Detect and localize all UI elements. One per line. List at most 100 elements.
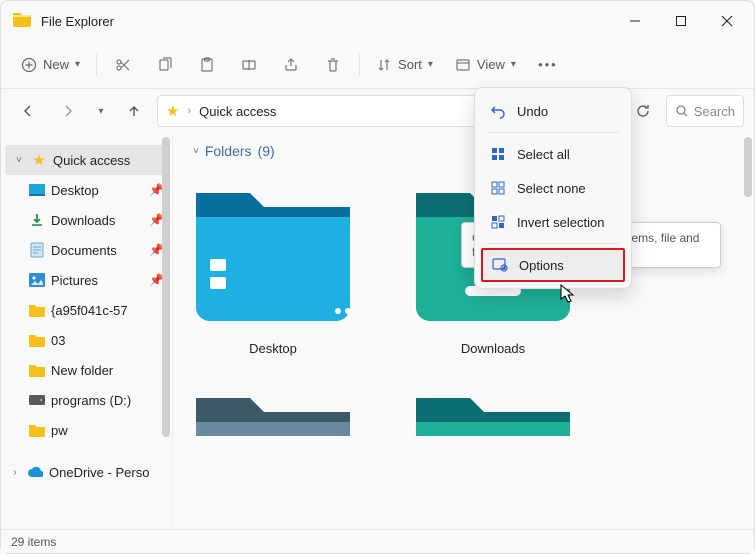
up-button[interactable] [117,96,151,126]
sort-icon [376,57,392,73]
more-button[interactable]: ••• [528,48,568,82]
sidebar-item-folder[interactable]: {a95f041c-57 [1,295,172,325]
paste-button[interactable] [187,48,227,82]
sidebar-label: Pictures [51,273,98,288]
menu-label: Undo [517,104,548,119]
download-icon [29,212,45,228]
scroll-thumb[interactable] [162,137,170,437]
search-icon [675,104,688,118]
content-scrollbar[interactable] [742,133,752,529]
plus-circle-icon [21,57,37,73]
menu-label: Options [519,258,564,273]
delete-button[interactable] [313,48,353,82]
folder-icon [29,422,45,438]
close-button[interactable] [704,3,750,39]
status-bar: 29 items [1,529,754,553]
chevron-down-icon: ˅ [193,146,199,157]
cursor-pointer-icon [560,284,578,304]
menu-label: Select all [517,147,570,162]
select-all-icon [489,147,507,161]
sidebar-item-drive[interactable]: programs (D:) [1,385,172,415]
chevron-down-icon: ▾ [98,106,103,117]
sidebar-item-desktop[interactable]: Desktop 📌 [1,175,172,205]
undo-icon [489,103,507,119]
share-icon [283,57,299,73]
sidebar-item-folder[interactable]: 03 [1,325,172,355]
copy-button[interactable] [145,48,185,82]
folder-icon [29,332,45,348]
folder-large-icon [188,376,358,436]
search-box[interactable]: Search [666,95,744,127]
folder-tile-partial[interactable] [193,376,353,436]
scissors-icon [115,57,131,73]
folder-icon [29,302,45,318]
share-button[interactable] [271,48,311,82]
chevron-down-icon[interactable]: ˅ [13,155,25,166]
chevron-down-icon: ▾ [511,59,516,70]
sidebar-label: Desktop [51,183,99,198]
maximize-button[interactable] [658,3,704,39]
sidebar-item-downloads[interactable]: Downloads 📌 [1,205,172,235]
folder-tile-caption: Downloads [461,341,525,356]
view-button[interactable]: View ▾ [445,48,526,82]
history-dropdown[interactable]: ▾ [91,96,111,126]
menu-options[interactable]: Options [481,248,625,282]
chevron-right-icon: › [187,105,191,117]
folder-tile-partial[interactable] [413,376,573,436]
menu-label: Select none [517,181,586,196]
picture-icon [29,272,45,288]
sidebar-item-documents[interactable]: Documents 📌 [1,235,172,265]
forward-button[interactable] [51,96,85,126]
menu-undo[interactable]: Undo [481,94,625,128]
cut-button[interactable] [103,48,143,82]
sort-button[interactable]: Sort ▾ [366,48,443,82]
more-context-menu: Undo Select all Select none Invert selec… [474,87,632,289]
sidebar-quick-access[interactable]: ˅ ★ Quick access [5,145,168,175]
breadcrumb[interactable]: Quick access [199,104,276,119]
window-title: File Explorer [41,14,612,29]
menu-select-all[interactable]: Select all [481,137,625,171]
cloud-icon [27,464,43,480]
content-pane[interactable]: ˅ Folders (9) Desktop [173,133,754,529]
sort-button-label: Sort [398,57,422,72]
scroll-thumb[interactable] [744,137,752,197]
folder-large-icon [188,171,358,331]
sidebar-label: New folder [51,363,113,378]
folder-tile-desktop[interactable]: Desktop [193,171,353,356]
back-button[interactable] [11,96,45,126]
star-icon: ★ [166,102,179,120]
chevron-down-icon: ▾ [75,59,80,70]
title-bar: File Explorer [1,1,754,41]
command-bar: New ▾ Sort ▾ View ▾ ••• [1,41,754,89]
menu-select-none[interactable]: Select none [481,171,625,205]
sidebar-scrollbar[interactable] [160,133,170,529]
minimize-button[interactable] [612,3,658,39]
refresh-icon [635,103,651,119]
status-text: 29 items [11,535,56,549]
toolbar-separator [96,54,97,76]
menu-label: Invert selection [517,215,604,230]
new-button[interactable]: New ▾ [11,48,90,82]
trash-icon [325,57,341,73]
sidebar-item-pictures[interactable]: Pictures 📌 [1,265,172,295]
clipboard-icon [199,57,215,73]
section-header-count: (9) [258,143,275,159]
rename-button[interactable] [229,48,269,82]
arrow-up-icon [126,103,142,119]
rename-icon [241,57,257,73]
section-header-label: Folders [205,143,252,159]
menu-separator [487,132,619,133]
arrow-right-icon [60,103,76,119]
sidebar-item-folder[interactable]: pw [1,415,172,445]
folder-large-icon [408,376,578,436]
menu-invert-selection[interactable]: Invert selection [481,205,625,239]
navigation-pane[interactable]: ˅ ★ Quick access Desktop 📌 Downloads 📌 D… [1,133,173,529]
chevron-right-icon[interactable]: › [9,467,21,478]
new-button-label: New [43,57,69,72]
folder-icon [29,362,45,378]
view-icon [455,57,471,73]
sidebar-item-folder[interactable]: New folder [1,355,172,385]
sidebar-label: pw [51,423,68,438]
folder-tile-caption: Desktop [249,341,297,356]
sidebar-onedrive[interactable]: › OneDrive - Perso [1,457,172,487]
